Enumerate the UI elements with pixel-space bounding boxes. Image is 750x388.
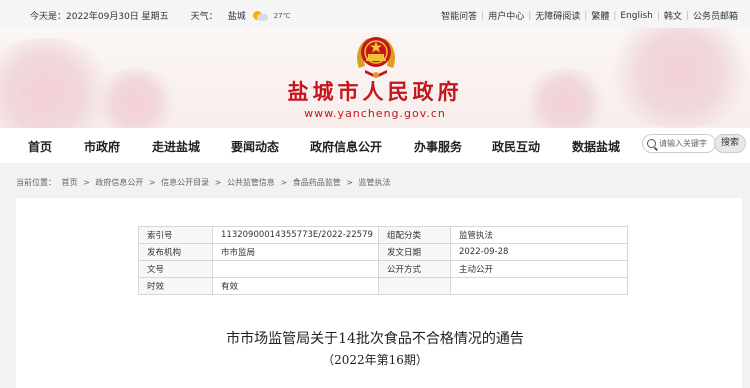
search-placeholder: 请输入关键字 [659, 139, 707, 148]
meta-key: 文号 [138, 260, 213, 278]
current-date: 今天是：2022年09月30日 星期五 [30, 12, 169, 22]
top-link-english[interactable]: English [616, 11, 657, 21]
nav-item-data[interactable]: 数据盐城 [572, 138, 620, 155]
search-icon [647, 139, 656, 148]
top-link-accessibility[interactable]: 无障碍阅读 [531, 9, 584, 22]
top-link-smart-qa[interactable]: 智能问答 [437, 9, 481, 22]
top-utility-bar: 今天是：2022年09月30日 星期五 天气： 盐城 27℃ 智能问答 | 用户中… [0, 0, 750, 28]
nav-item-city-government[interactable]: 市政府 [84, 138, 120, 155]
breadcrumb-item[interactable]: 首页 [62, 178, 78, 187]
breadcrumb-item[interactable]: 信息公开目录 [161, 178, 209, 187]
meta-key: 时效 [138, 277, 213, 295]
breadcrumb-label: 当前位置： [16, 178, 56, 187]
search-input[interactable]: 请输入关键字 [642, 134, 716, 153]
nav-item-services[interactable]: 办事服务 [414, 138, 462, 155]
table-row: 发布机构 市市监局 发文日期 2022-09-28 [138, 243, 628, 261]
top-link-korean[interactable]: 韩文 [660, 9, 686, 22]
weather-city: 盐城 [227, 12, 246, 22]
meta-key [378, 277, 451, 295]
breadcrumb-separator: > [83, 178, 90, 187]
nav-item-news[interactable]: 要闻动态 [231, 138, 279, 155]
top-link-traditional[interactable]: 繁體 [587, 9, 613, 22]
breadcrumb-separator: > [214, 178, 222, 187]
site-url: www.yancheng.gov.cn [304, 107, 446, 120]
breadcrumb: 当前位置： 首页 > 政府信息公开 > 信息公开目录 > 公共监管信息 > 食品… [16, 177, 394, 188]
table-row: 文号 公开方式 主动公开 [138, 260, 628, 278]
meta-key: 发文日期 [378, 243, 451, 261]
document-meta-table: 索引号 11320900014355773E/2022-22579 组配分类 监… [138, 226, 628, 295]
article-subtitle: （2022年第16期） [322, 353, 428, 367]
partly-cloudy-icon [252, 10, 268, 21]
weather-label: 天气： [190, 12, 218, 22]
national-emblem-icon [357, 37, 395, 78]
meta-value: 2022-09-28 [450, 243, 628, 261]
breadcrumb-separator: > [148, 178, 156, 187]
meta-key: 公开方式 [378, 260, 451, 278]
meta-value: 主动公开 [450, 260, 628, 278]
meta-key: 组配分类 [378, 226, 451, 244]
weather-temperature: 27℃ [273, 11, 291, 20]
site-title[interactable]: 盐城市人民政府 [0, 76, 750, 106]
breadcrumb-item[interactable]: 公共监管信息 [227, 178, 275, 187]
date-weather: 今天是：2022年09月30日 星期五 天气： 盐城 27℃ [30, 9, 290, 22]
meta-value [450, 277, 628, 295]
nav-item-interaction[interactable]: 政民互动 [492, 138, 540, 155]
meta-value [212, 260, 379, 278]
meta-value: 监管执法 [450, 226, 628, 244]
main-nav: 首页 市政府 走进盐城 要闻动态 政府信息公开 办事服务 政民互动 数据盐城 [0, 128, 750, 163]
meta-value: 11320900014355773E/2022-22579 [212, 226, 379, 244]
top-links: 智能问答 | 用户中心 | 无障碍阅读 | 繁體 | English | 韩文 | 公务员邮… [437, 9, 742, 23]
breadcrumb-item[interactable]: 监管执法 [359, 178, 391, 187]
nav-item-home[interactable]: 首页 [28, 138, 52, 155]
meta-value: 有效 [212, 277, 379, 295]
nav-item-about-yancheng[interactable]: 走进盐城 [152, 138, 200, 155]
breadcrumb-item[interactable]: 食品药品监管 [293, 178, 341, 187]
top-link-user-center[interactable]: 用户中心 [484, 9, 528, 22]
top-link-civil-mail[interactable]: 公务员邮箱 [689, 9, 742, 22]
breadcrumb-item[interactable]: 政府信息公开 [95, 178, 143, 187]
breadcrumb-separator: > [346, 178, 353, 187]
meta-key: 发布机构 [138, 243, 213, 261]
nav-item-info-disclosure[interactable]: 政府信息公开 [310, 138, 382, 155]
table-row: 时效 有效 [138, 277, 628, 295]
meta-value: 市市监局 [212, 243, 379, 261]
breadcrumb-separator: > [280, 178, 288, 187]
table-row: 索引号 11320900014355773E/2022-22579 组配分类 监… [138, 226, 628, 244]
article-title: 市市场监管局关于14批次食品不合格情况的通告 [226, 331, 524, 347]
search-button[interactable]: 搜索 [714, 134, 746, 153]
site-banner: 盐城市人民政府 www.yancheng.gov.cn [0, 28, 750, 128]
meta-key: 索引号 [138, 226, 213, 244]
